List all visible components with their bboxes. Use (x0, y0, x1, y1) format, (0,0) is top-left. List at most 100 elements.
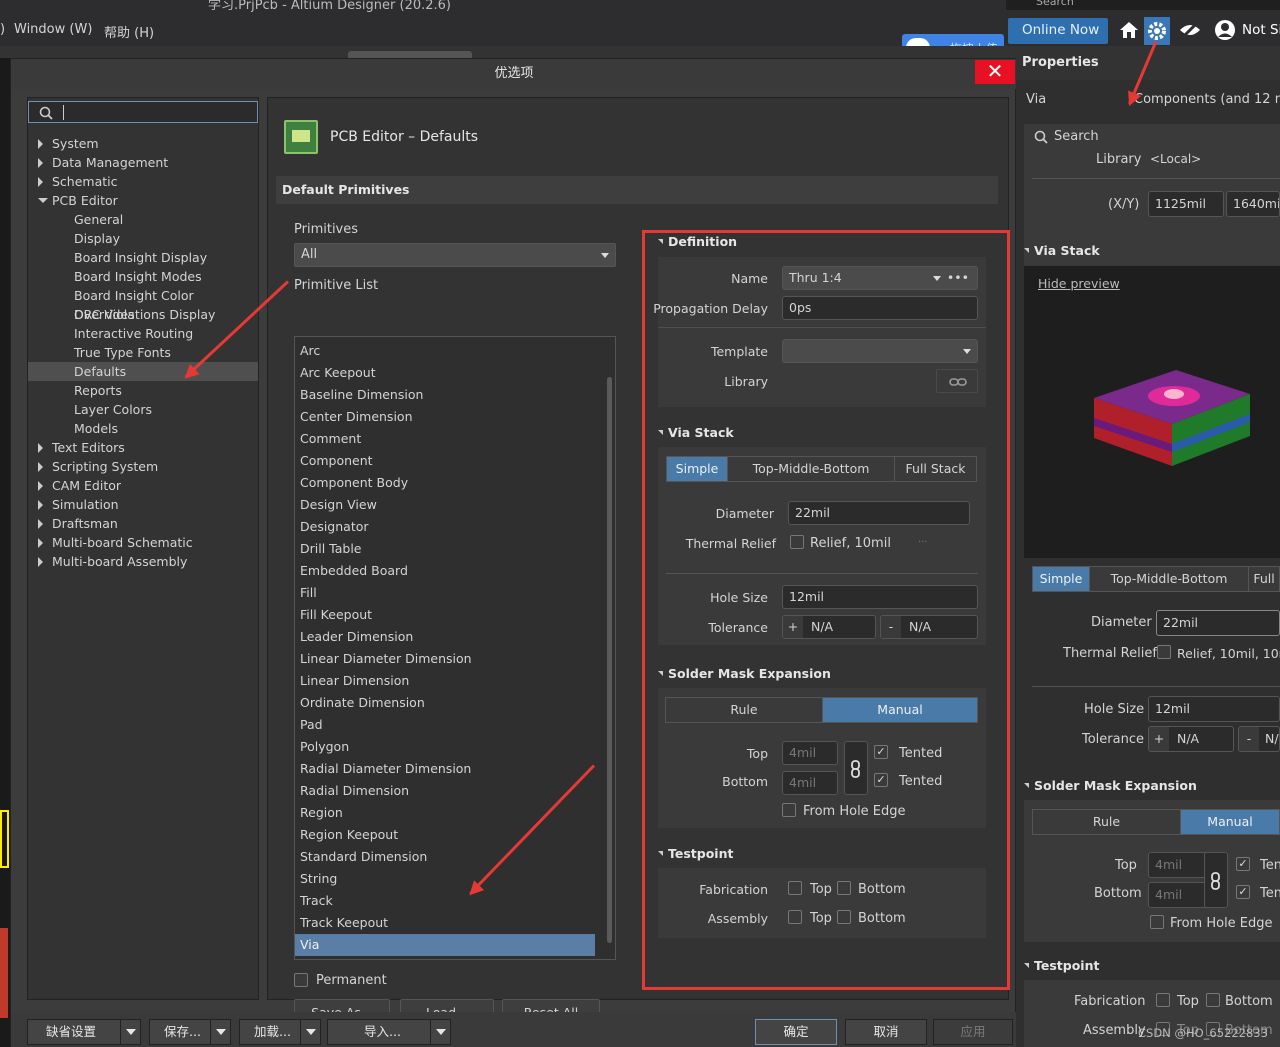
x-input[interactable]: 1125mil (1148, 191, 1224, 217)
primitive-list-item[interactable]: Fill (295, 582, 595, 604)
chevron-down-icon[interactable] (38, 198, 48, 203)
props-solder-rule[interactable]: Rule (1032, 809, 1181, 835)
props-tab-full[interactable]: Full (1248, 566, 1280, 592)
sign-in-status[interactable]: Not Si (1242, 22, 1280, 38)
primitive-list-item[interactable]: Component (295, 450, 595, 472)
dropdown-arrow-icon[interactable] (430, 1020, 450, 1044)
primitive-list-item[interactable]: Via (295, 934, 595, 956)
chevron-right-icon[interactable] (38, 177, 43, 187)
primitive-list-item[interactable]: Track Keepout (295, 912, 595, 934)
chevron-right-icon[interactable] (38, 158, 43, 168)
y-input[interactable]: 1640mil (1226, 191, 1280, 217)
properties-search-input[interactable]: Search (1024, 124, 1280, 150)
primitives-select[interactable]: All (294, 243, 616, 267)
user-avatar-icon[interactable] (1214, 19, 1236, 41)
props-fab-top-checkbox[interactable] (1156, 993, 1170, 1007)
primitive-list-item[interactable]: Radial Dimension (295, 780, 595, 802)
primitive-list-item[interactable]: Drill Table (295, 538, 595, 560)
primitive-list-item[interactable]: Designator (295, 516, 595, 538)
apply-button[interactable]: 应用 (933, 1019, 1013, 1045)
collapse-icon[interactable] (1024, 963, 1029, 968)
visibility-icon[interactable] (1178, 20, 1202, 40)
chevron-right-icon[interactable] (38, 557, 43, 567)
tree-item[interactable]: System (28, 134, 258, 153)
primitive-list-item[interactable]: Comment (295, 428, 595, 450)
primitive-list-item[interactable]: Embedded Board (295, 560, 595, 582)
props-from-hole-checkbox[interactable] (1150, 915, 1164, 929)
chevron-right-icon[interactable] (38, 519, 43, 529)
tree-item[interactable]: Display (28, 229, 258, 248)
save-dropdown-button[interactable]: 保存... (149, 1019, 231, 1045)
tree-item[interactable]: Data Management (28, 153, 258, 172)
ok-button[interactable]: 确定 (755, 1019, 837, 1045)
tree-item[interactable]: General (28, 210, 258, 229)
tree-item[interactable]: Schematic (28, 172, 258, 191)
tree-item[interactable]: Multi-board Schematic (28, 533, 258, 552)
props-solder-bottom-input[interactable]: 4mil (1148, 882, 1208, 908)
primitive-list-item[interactable]: String (295, 868, 595, 890)
chevron-right-icon[interactable] (38, 462, 43, 472)
primitive-list-item[interactable]: Linear Diameter Dimension (295, 648, 595, 670)
tree-item[interactable]: Defaults (28, 362, 258, 381)
dropdown-arrow-icon[interactable] (120, 1020, 140, 1044)
tree-item[interactable]: Models (28, 419, 258, 438)
document-tab[interactable] (348, 51, 472, 58)
cancel-button[interactable]: 取消 (845, 1019, 927, 1045)
import-dropdown-button[interactable]: 导入... (327, 1019, 451, 1045)
scrollbar-thumb[interactable] (607, 377, 612, 943)
primitive-list-item[interactable]: Arc Keepout (295, 362, 595, 384)
props-fab-bottom-checkbox[interactable] (1206, 993, 1220, 1007)
primitive-list-item[interactable]: Linear Dimension (295, 670, 595, 692)
online-now-button[interactable]: Online Now (1008, 18, 1108, 44)
tree-item[interactable]: Layer Colors (28, 400, 258, 419)
dropdown-arrow-icon[interactable] (210, 1020, 230, 1044)
primitive-list-item[interactable]: Standard Dimension (295, 846, 595, 868)
tree-item[interactable]: Scripting System (28, 457, 258, 476)
primitive-list-item[interactable]: Track (295, 890, 595, 912)
tree-item[interactable]: Simulation (28, 495, 258, 514)
primitive-list-item[interactable]: Pad (295, 714, 595, 736)
primitive-list-item[interactable]: Center Dimension (295, 406, 595, 428)
tree-search-input[interactable] (28, 101, 258, 123)
chevron-right-icon[interactable] (38, 500, 43, 510)
tree-item[interactable]: Draftsman (28, 514, 258, 533)
primitive-list-item[interactable]: Fill Keepout (295, 604, 595, 626)
permanent-checkbox[interactable] (294, 973, 308, 987)
chevron-right-icon[interactable] (38, 481, 43, 491)
defaults-dropdown-button[interactable]: 缺省设置 (27, 1019, 141, 1045)
primitive-list-item[interactable]: Baseline Dimension (295, 384, 595, 406)
props-tol-minus-input[interactable]: - N/ (1238, 726, 1280, 752)
tree-item[interactable]: Board Insight Modes (28, 267, 258, 286)
primitive-list-item[interactable]: Radial Diameter Dimension (295, 758, 595, 780)
home-icon[interactable] (1118, 20, 1140, 40)
tree-item[interactable]: Multi-board Assembly (28, 552, 258, 571)
props-tented-bottom-checkbox[interactable]: ✓ (1236, 885, 1250, 899)
chevron-right-icon[interactable] (38, 443, 43, 453)
menu-help[interactable]: 帮助 (H) (104, 22, 154, 41)
props-tab-top-middle-bottom[interactable]: Top-Middle-Bottom (1089, 566, 1249, 592)
props-tol-plus-input[interactable]: + N/A (1148, 726, 1234, 752)
load-dropdown-button[interactable]: 加载... (239, 1019, 321, 1045)
top-search-box[interactable]: Search (1006, 0, 1280, 10)
tree-item[interactable]: DRC Violations Display (28, 305, 258, 324)
tree-item[interactable]: True Type Fonts (28, 343, 258, 362)
tree-item[interactable]: CAM Editor (28, 476, 258, 495)
props-solder-manual[interactable]: Manual (1180, 809, 1280, 835)
primitive-list-item[interactable]: Component Body (295, 472, 595, 494)
menu-window[interactable]: Window (W) (14, 22, 92, 37)
props-diameter-input[interactable]: 22mil (1156, 610, 1280, 636)
primitive-scrollbar[interactable] (605, 337, 615, 959)
props-solder-link[interactable] (1204, 852, 1228, 908)
properties-filter[interactable]: Components (and 12 more (1134, 92, 1280, 107)
tree-item[interactable]: Text Editors (28, 438, 258, 457)
dropdown-arrow-icon[interactable] (300, 1020, 320, 1044)
hide-preview-link[interactable]: Hide preview (1038, 276, 1120, 291)
primitive-list-item[interactable]: Ordinate Dimension (295, 692, 595, 714)
tree-item[interactable]: Board Insight Display (28, 248, 258, 267)
props-thermal-checkbox[interactable] (1157, 645, 1171, 659)
props-hole-input[interactable]: 12mil (1148, 696, 1280, 722)
primitive-list-item[interactable]: Region Keepout (295, 824, 595, 846)
collapse-icon[interactable] (1024, 783, 1029, 788)
primitive-list-item[interactable]: Arc (295, 340, 595, 362)
chevron-right-icon[interactable] (38, 538, 43, 548)
